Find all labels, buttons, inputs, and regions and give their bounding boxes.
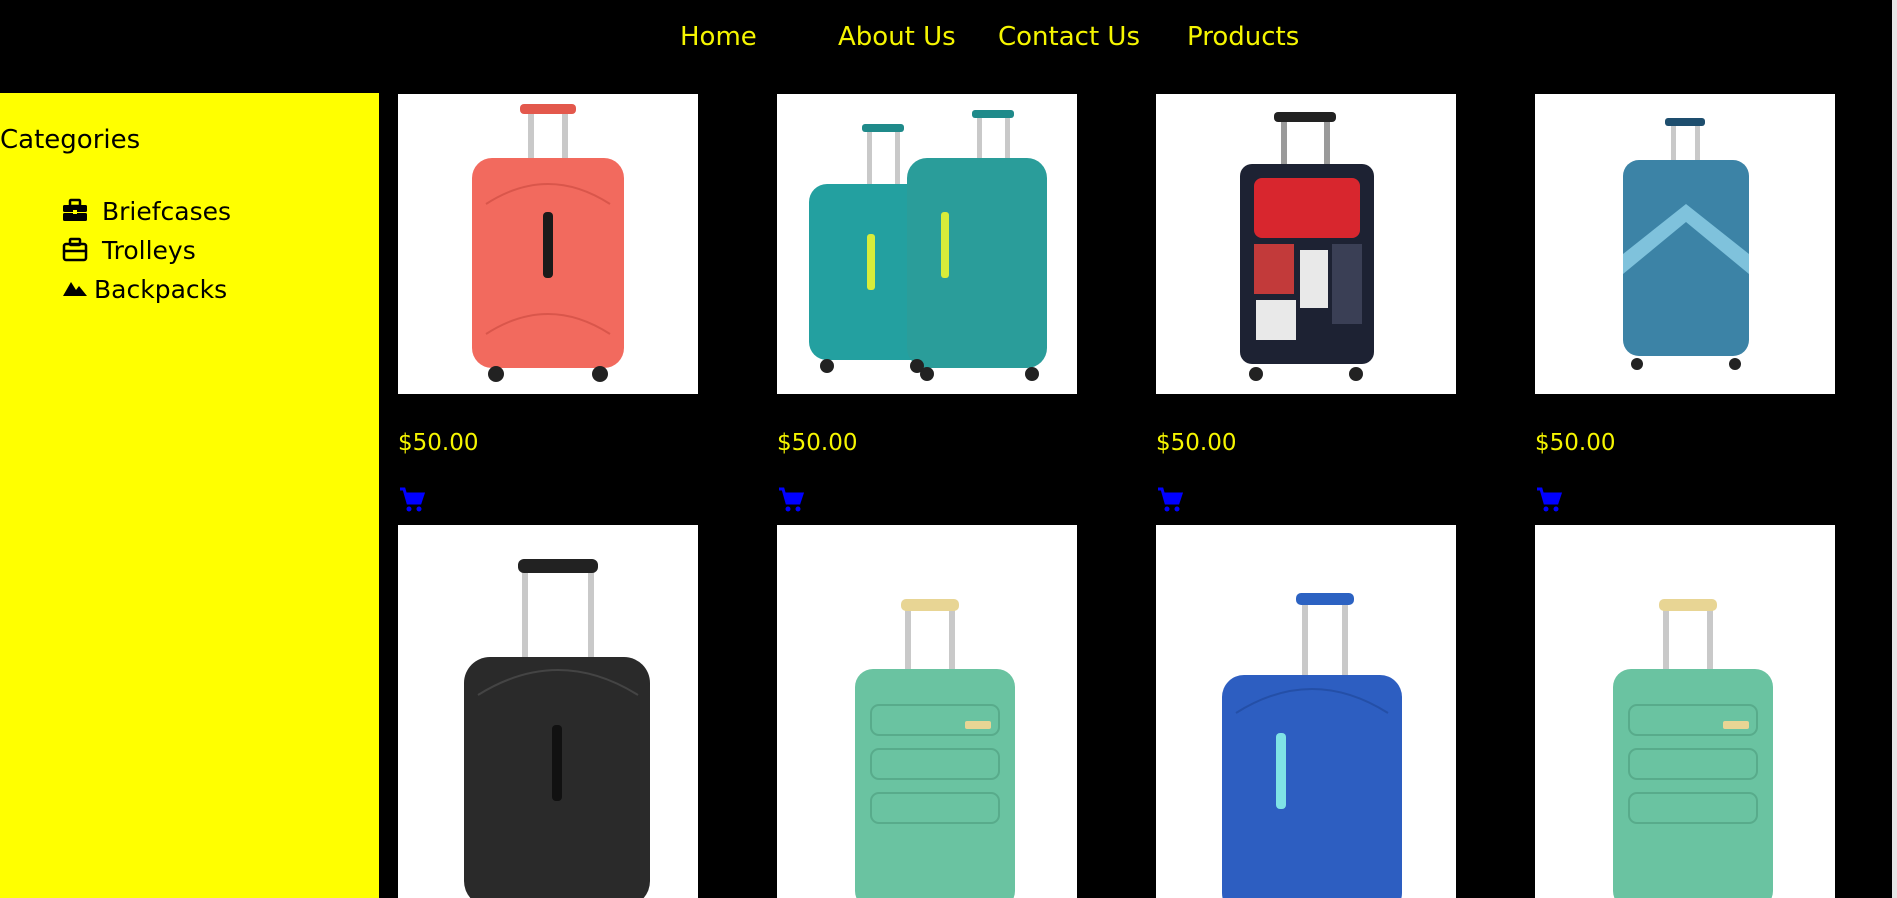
- add-to-cart-icon[interactable]: [398, 486, 426, 514]
- mountain-icon: [62, 276, 88, 302]
- category-trolleys-label: Trolleys: [102, 235, 196, 265]
- luggage-icon: [62, 237, 88, 263]
- product-image-blue-chevron-trolley[interactable]: [1535, 94, 1835, 394]
- add-to-cart-icon[interactable]: [1535, 486, 1563, 514]
- product-image-black-trolley[interactable]: [398, 525, 698, 898]
- category-backpacks[interactable]: Backpacks: [62, 272, 227, 306]
- product-image-coral-trolley[interactable]: [398, 94, 698, 394]
- page: Home About Us Contact Us Products Catego…: [0, 0, 1897, 898]
- product-price: $50.00: [777, 430, 858, 456]
- product-price: $50.00: [1156, 430, 1237, 456]
- category-briefcases-label: Briefcases: [102, 196, 232, 226]
- categories-title: Categories: [0, 125, 141, 155]
- scrollbar-track[interactable]: [1892, 0, 1897, 898]
- top-nav: Home About Us Contact Us Products: [0, 0, 1897, 93]
- category-trolleys[interactable]: Trolleys: [62, 233, 196, 267]
- category-briefcases[interactable]: Briefcases: [62, 194, 231, 228]
- add-to-cart-icon[interactable]: [777, 486, 805, 514]
- briefcase-icon: [62, 198, 88, 224]
- category-backpacks-label: Backpacks: [94, 274, 228, 304]
- add-to-cart-icon[interactable]: [1156, 486, 1184, 514]
- product-image-mint-trolley[interactable]: [1535, 525, 1835, 898]
- nav-home-link[interactable]: Home: [680, 20, 757, 54]
- categories-sidebar: Categories Briefcases Trolleys Backpacks: [0, 93, 379, 898]
- product-image-teal-trolley-pair[interactable]: [777, 94, 1077, 394]
- product-price: $50.00: [398, 430, 479, 456]
- nav-about-link[interactable]: About Us: [838, 20, 956, 54]
- product-image-mint-trolley[interactable]: [777, 525, 1077, 898]
- product-price: $50.00: [1535, 430, 1616, 456]
- product-image-printed-soft-trolley[interactable]: [1156, 94, 1456, 394]
- nav-products-link[interactable]: Products: [1187, 20, 1299, 54]
- product-image-royal-blue-trolley[interactable]: [1156, 525, 1456, 898]
- nav-contact-link[interactable]: Contact Us: [998, 20, 1140, 54]
